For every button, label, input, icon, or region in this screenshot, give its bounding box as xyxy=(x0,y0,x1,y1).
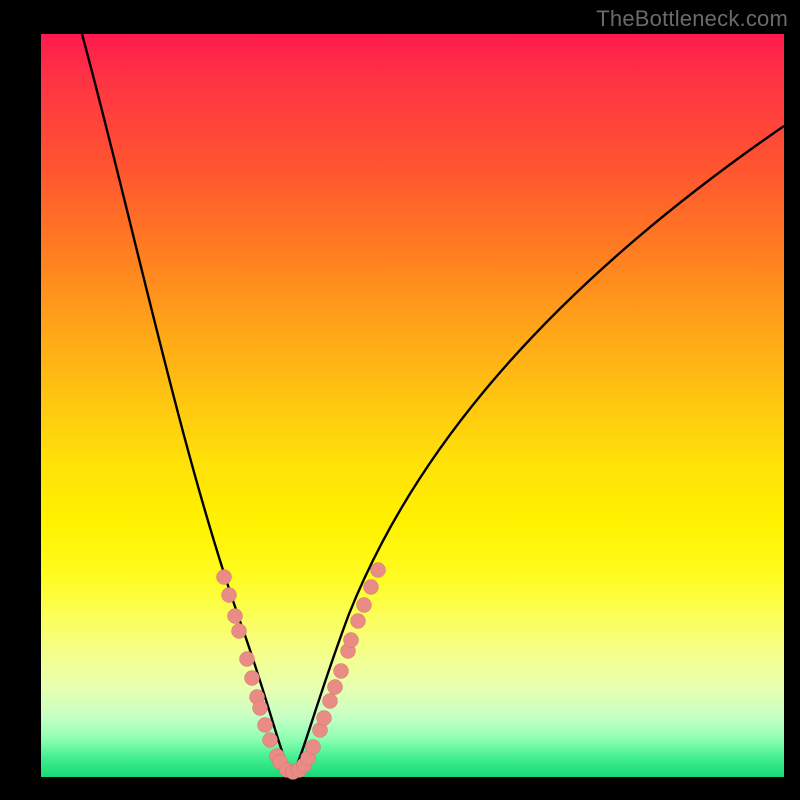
curve-layer xyxy=(41,34,784,777)
data-dot xyxy=(306,740,321,755)
data-dot xyxy=(364,580,379,595)
plot-area xyxy=(41,34,784,777)
data-dot xyxy=(328,680,343,695)
data-dot xyxy=(357,598,372,613)
data-dot xyxy=(228,609,243,624)
watermark-text: TheBottleneck.com xyxy=(596,6,788,32)
data-dot xyxy=(371,563,386,578)
data-dot xyxy=(263,733,278,748)
data-dot xyxy=(334,664,349,679)
data-dots xyxy=(217,563,386,780)
data-dot xyxy=(258,718,273,733)
data-dot xyxy=(323,694,338,709)
data-dot xyxy=(253,701,268,716)
right-curve xyxy=(294,126,784,772)
data-dot xyxy=(217,570,232,585)
chart-frame: TheBottleneck.com xyxy=(0,0,800,800)
data-dot xyxy=(222,588,237,603)
data-dot xyxy=(232,624,247,639)
data-dot xyxy=(344,633,359,648)
data-dot xyxy=(245,671,260,686)
data-dot xyxy=(317,711,332,726)
data-dot xyxy=(351,614,366,629)
data-dot xyxy=(240,652,255,667)
left-curve xyxy=(82,34,289,771)
